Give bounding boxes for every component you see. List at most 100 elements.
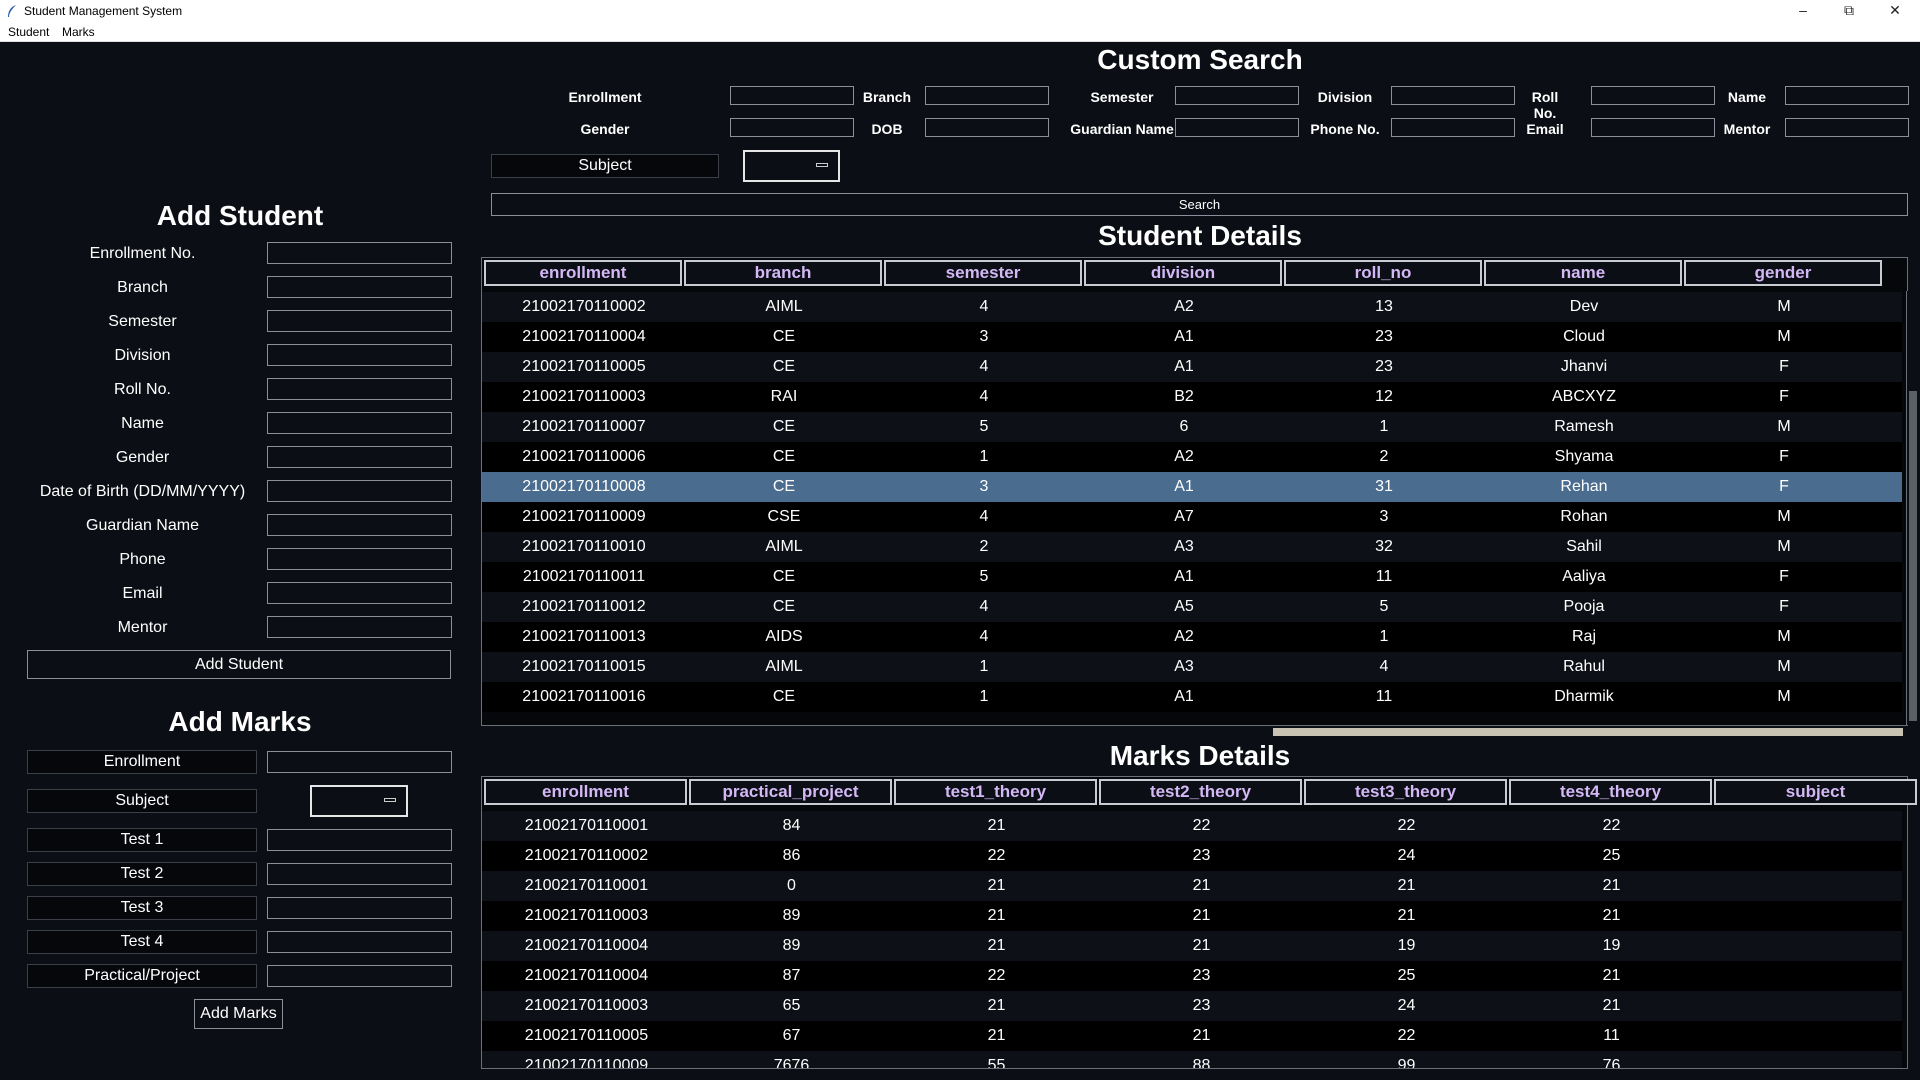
student-field-input[interactable] <box>267 616 452 638</box>
marks-enrollment-input[interactable] <box>267 751 452 773</box>
table-row[interactable]: 21002170110012 CE 4 A5 5 Pooja F <box>482 592 1902 622</box>
search-subject-select[interactable] <box>743 150 840 182</box>
student-field-input[interactable] <box>267 378 452 400</box>
student-vertical-scrollbar[interactable] <box>1906 291 1920 735</box>
marks-field-input[interactable] <box>267 863 452 885</box>
search-field-input[interactable] <box>1175 86 1299 105</box>
add-marks-button[interactable]: Add Marks <box>194 999 283 1029</box>
search-field-input[interactable] <box>730 86 854 105</box>
table-row[interactable]: 21002170110003 89 21 21 21 21 <box>482 901 1902 931</box>
table-cell: CSE <box>767 508 801 525</box>
student-details-table[interactable]: enrollment branch semester division roll_no n… <box>481 257 1908 737</box>
search-field-input[interactable] <box>1391 118 1515 137</box>
table-row[interactable]: 21002170110003 RAI 4 B2 12 ABCXYZ F <box>482 382 1902 412</box>
search-field-input[interactable] <box>1785 118 1909 137</box>
marks-field-input[interactable] <box>267 931 452 953</box>
menu-marks[interactable]: Marks <box>62 25 95 39</box>
search-field-input[interactable] <box>925 118 1049 137</box>
column-header[interactable]: name <box>1484 260 1682 286</box>
table-row[interactable]: 21002170110005 CE 4 A1 23 Jhanvi F <box>482 352 1902 382</box>
column-header[interactable]: subject <box>1714 779 1917 805</box>
table-row[interactable]: 21002170110001 84 21 22 22 22 <box>482 811 1902 841</box>
table-row[interactable]: 21002170110010 AIML 2 A3 32 Sahil M <box>482 532 1902 562</box>
search-field-input[interactable] <box>730 118 854 137</box>
table-row[interactable]: 21002170110013 AIDS 4 A2 1 Raj M <box>482 622 1902 652</box>
table-row[interactable]: 21002170110007 CE 5 6 1 Ramesh M <box>482 412 1902 442</box>
column-header[interactable]: practical_project <box>689 779 892 805</box>
student-field-input[interactable] <box>267 582 452 604</box>
student-field-input[interactable] <box>267 480 452 502</box>
table-row[interactable]: 21002170110002 AIML 4 A2 13 Dev M <box>482 292 1902 322</box>
table-row[interactable]: 21002170110016 CE 1 A1 11 Dharmik M <box>482 682 1902 712</box>
add-student-button[interactable]: Add Student <box>27 650 451 679</box>
table-row[interactable]: 21002170110008 CE 3 A1 31 Rehan F <box>482 472 1902 502</box>
scrollbar-thumb[interactable] <box>1909 391 1917 721</box>
table-cell: 21 <box>987 937 1006 954</box>
table-cell: B2 <box>1174 388 1194 405</box>
column-header[interactable]: test4_theory <box>1509 779 1712 805</box>
table-cell: 2 <box>1379 448 1389 465</box>
search-field-input[interactable] <box>925 86 1049 105</box>
column-header[interactable]: test1_theory <box>894 779 1097 805</box>
table-cell: 21002170110015 <box>522 658 646 675</box>
table-row[interactable]: 21002170110002 86 22 23 24 25 <box>482 841 1902 871</box>
student-field-input[interactable] <box>267 310 452 332</box>
table-cell: 21002170110006 <box>522 448 646 465</box>
table-cell: AIML <box>765 538 803 555</box>
search-button[interactable]: Search <box>491 193 1908 216</box>
marks-field-input[interactable] <box>267 897 452 919</box>
column-header[interactable]: gender <box>1684 260 1882 286</box>
student-field-input[interactable] <box>267 446 452 468</box>
marks-field-input[interactable] <box>267 829 452 851</box>
column-header[interactable]: test2_theory <box>1099 779 1302 805</box>
close-button[interactable]: ✕ <box>1872 0 1918 22</box>
search-field-input[interactable] <box>1785 86 1909 105</box>
minimize-button[interactable]: – <box>1780 0 1826 22</box>
table-row[interactable]: 21002170110004 89 21 21 19 19 <box>482 931 1902 961</box>
column-header[interactable]: test3_theory <box>1304 779 1507 805</box>
table-row[interactable]: 21002170110004 CE 3 A1 23 Cloud M <box>482 322 1902 352</box>
table-cell: 22 <box>1192 817 1211 834</box>
student-field-input[interactable] <box>267 548 452 570</box>
table-row[interactable]: 21002170110011 CE 5 A1 11 Aaliya F <box>482 562 1902 592</box>
menu-student[interactable]: Student <box>8 25 49 39</box>
search-field-input[interactable] <box>1591 86 1715 105</box>
table-cell <box>1714 901 1919 931</box>
search-field-input[interactable] <box>1175 118 1299 137</box>
search-field-input[interactable] <box>1391 86 1515 105</box>
table-row[interactable]: 21002170110005 67 21 21 22 11 <box>482 1021 1902 1051</box>
column-header[interactable]: enrollment <box>484 260 682 286</box>
table-cell: Rahul <box>1563 658 1605 675</box>
student-field-input[interactable] <box>267 344 452 366</box>
student-field-label: Name <box>121 415 164 432</box>
scrollbar-thumb[interactable] <box>1273 728 1903 736</box>
table-cell: 65 <box>782 997 801 1014</box>
column-header[interactable]: branch <box>684 260 882 286</box>
table-cell: CE <box>772 358 796 375</box>
student-field-input[interactable] <box>267 514 452 536</box>
table-cell: A7 <box>1174 508 1194 525</box>
search-field-input[interactable] <box>1591 118 1715 137</box>
column-header[interactable]: enrollment <box>484 779 687 805</box>
table-cell: 21 <box>1192 1027 1211 1044</box>
column-header[interactable]: division <box>1084 260 1282 286</box>
student-field-input[interactable] <box>267 412 452 434</box>
student-field-input[interactable] <box>267 276 452 298</box>
student-field-input[interactable] <box>267 242 452 264</box>
marks-field-input[interactable] <box>267 965 452 987</box>
table-row[interactable]: 21002170110001 0 21 21 21 21 <box>482 871 1902 901</box>
table-row[interactable]: 21002170110009 CSE 4 A7 3 Rohan M <box>482 502 1902 532</box>
marks-subject-select[interactable] <box>310 785 408 817</box>
marks-horizontal-scrollbar[interactable] <box>481 1068 1908 1080</box>
table-row[interactable]: 21002170110006 CE 1 A2 2 Shyama F <box>482 442 1902 472</box>
marks-details-table[interactable]: enrollment practical_project test1_theory t… <box>481 776 1917 1080</box>
table-row[interactable]: 21002170110004 87 22 23 25 21 <box>482 961 1902 991</box>
marks-enrollment-label: Enrollment <box>27 750 257 774</box>
search-field-label: Branch <box>862 89 912 105</box>
column-header[interactable]: roll_no <box>1284 260 1482 286</box>
student-horizontal-scrollbar[interactable] <box>481 725 1908 737</box>
table-row[interactable]: 21002170110015 AIML 1 A3 4 Rahul M <box>482 652 1902 682</box>
column-header[interactable]: semester <box>884 260 1082 286</box>
maximize-button[interactable]: ⧉ <box>1826 0 1872 22</box>
table-row[interactable]: 21002170110003 65 21 23 24 21 <box>482 991 1902 1021</box>
